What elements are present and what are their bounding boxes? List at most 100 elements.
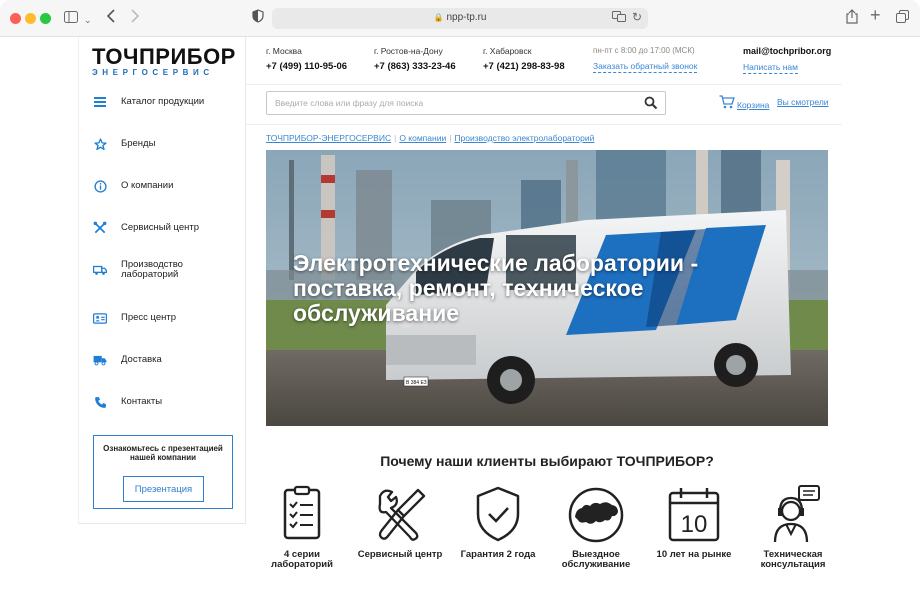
back-button[interactable]	[106, 9, 116, 27]
presentation-button[interactable]: Презентация	[123, 476, 204, 502]
callback-link[interactable]: Заказать обратный звонок	[593, 61, 698, 73]
sidebar-item-label: Контакты	[121, 396, 163, 407]
tabs-overview-icon[interactable]	[896, 9, 909, 27]
site-logo[interactable]: ТОЧПРИБОР ЭНЕРГОСЕРВИС	[92, 44, 237, 78]
promo-text: Ознакомьтесь с презентацией нашей компан…	[103, 444, 223, 462]
logo-title: ТОЧПРИБОР	[92, 44, 236, 69]
feature-label: Сервисный центр	[357, 549, 443, 560]
russia-map-icon	[566, 484, 626, 544]
info-icon	[93, 179, 107, 193]
search-placeholder: Введите слова или фразу для поиска	[275, 98, 424, 108]
support-agent-icon	[763, 484, 823, 544]
delivery-icon	[93, 353, 107, 367]
truck-icon	[93, 263, 107, 277]
breadcrumb-current[interactable]: Производство электролабораторий	[454, 133, 594, 143]
sidebar-item-service[interactable]: Сервисный центр	[79, 207, 246, 249]
hours-text: пн-пт с 8:00 до 17:00 (МСК)	[593, 46, 695, 55]
search-input[interactable]: Введите слова или фразу для поиска	[266, 91, 666, 115]
feature-warranty: Гарантия 2 года	[455, 484, 541, 560]
tools-icon	[93, 221, 107, 235]
working-hours: пн-пт с 8:00 до 17:00 (МСК) Заказать обр…	[593, 46, 698, 74]
breadcrumb: ТОЧПРИБОР-ЭНЕРГОСЕРВИС | О компании | Произв…	[266, 133, 595, 143]
hero-title: Электротехнические лаборатории - поставк…	[293, 250, 699, 326]
sidebar-item-label: Доставка	[121, 354, 162, 365]
checklist-icon	[272, 484, 332, 544]
feature-onsite-service: Выездное обслуживание	[553, 484, 639, 570]
search-row: Введите слова или фразу для поиска Корзи…	[246, 85, 842, 125]
phone-icon	[93, 395, 107, 409]
share-icon[interactable]	[846, 9, 858, 28]
sidebar-item-label: Производство лабораторий	[121, 259, 183, 280]
calendar-number: 10	[681, 511, 708, 538]
cart-label: Корзина	[737, 99, 770, 110]
sidebar-item-press[interactable]: Пресс центр	[79, 297, 246, 339]
feature-label: 10 лет на рынке	[656, 549, 732, 560]
sidebar-item-production[interactable]: Производство лабораторий	[79, 249, 246, 291]
presentation-promo: Ознакомьтесь с презентацией нашей компан…	[93, 435, 233, 509]
sidebar-item-label: Сервисный центр	[121, 222, 200, 233]
menu-icon	[93, 95, 107, 109]
sidebar-item-contacts[interactable]: Контакты	[79, 381, 246, 423]
office-rostov: г. Ростов-на-Дону +7 (863) 333-23-46	[374, 46, 456, 72]
logo-subtitle: ЭНЕРГОСЕРВИС	[92, 68, 214, 77]
office-city: г. Хабаровск	[483, 46, 532, 56]
cart-link[interactable]: Корзина	[719, 95, 769, 114]
sidebar-item-label: Бренды	[121, 138, 156, 149]
translate-icon[interactable]	[612, 11, 626, 25]
feature-years-on-market: 10 10 лет на рынке	[651, 484, 737, 560]
address-bar[interactable]: 🔒 npp-tp.ru ↻	[272, 8, 648, 29]
office-city: г. Ростов-на-Дону	[374, 46, 443, 56]
reload-icon[interactable]: ↻	[632, 10, 642, 24]
office-moscow: г. Москва +7 (499) 110-95-06	[266, 46, 347, 72]
office-phone[interactable]: +7 (863) 333-23-46	[374, 61, 456, 72]
feature-lab-series: 4 серии лабораторий	[259, 484, 345, 570]
wrench-screwdriver-icon	[370, 484, 430, 544]
sidebar-item-brands[interactable]: Бренды	[79, 123, 246, 165]
url-text: npp-tp.ru	[446, 12, 487, 23]
sidebar-item-about[interactable]: О компании	[79, 165, 246, 207]
star-icon	[93, 137, 107, 151]
feature-label: Выездное обслуживание	[561, 549, 631, 570]
sidebar-item-catalog[interactable]: Каталог продукции	[79, 81, 246, 123]
sidebar-item-label: О компании	[121, 180, 174, 191]
why-us-heading: Почему наши клиенты выбирают ТОЧПРИБОР?	[380, 453, 714, 469]
forward-button[interactable]	[130, 9, 140, 27]
lock-icon: 🔒	[433, 13, 444, 22]
search-icon[interactable]	[644, 96, 658, 110]
chevron-down-icon[interactable]: ⌄	[84, 11, 92, 29]
feature-label: Техническая консультация	[760, 549, 826, 570]
new-tab-icon[interactable]: +	[870, 6, 881, 24]
sidebar-toggle-icon[interactable]	[64, 9, 78, 27]
close-window-button[interactable]	[10, 13, 21, 24]
calendar-icon: 10	[664, 484, 724, 544]
contacts-header: г. Москва +7 (499) 110-95-06 г. Ростов-н…	[246, 37, 842, 85]
sidebar-item-label: Каталог продукции	[121, 96, 205, 107]
zoom-window-button[interactable]	[40, 13, 51, 24]
feature-tech-consulting: Техническая консультация	[750, 484, 836, 570]
email-block: mail@tochpribor.org Написать нам	[743, 46, 831, 75]
office-khabarovsk: г. Хабаровск +7 (421) 298-83-98	[483, 46, 565, 72]
shield-check-icon	[468, 484, 528, 544]
write-us-link[interactable]: Написать нам	[743, 62, 798, 74]
breadcrumb-about[interactable]: О компании	[399, 133, 446, 143]
feature-label: Гарантия 2 года	[460, 549, 536, 560]
feature-label: 4 серии лабораторий	[271, 549, 333, 570]
left-sidebar: ТОЧПРИБОР ЭНЕРГОСЕРВИС Каталог продукции…	[78, 37, 246, 524]
privacy-shield-icon[interactable]	[252, 9, 264, 27]
id-card-icon	[93, 311, 107, 325]
office-phone[interactable]: +7 (499) 110-95-06	[266, 61, 347, 72]
sidebar-item-label: Пресс центр	[121, 312, 177, 323]
email-link[interactable]: mail@tochpribor.org	[743, 46, 831, 57]
hero-banner: В 384 ЕЗ Электротехнические лаборатории …	[266, 150, 828, 426]
browser-toolbar: ⌄ 🔒 npp-tp.ru ↻ +	[0, 0, 920, 37]
sidebar-item-delivery[interactable]: Доставка	[79, 339, 246, 381]
breadcrumb-home[interactable]: ТОЧПРИБОР-ЭНЕРГОСЕРВИС	[266, 133, 391, 143]
viewed-link[interactable]: Вы смотрели	[777, 97, 829, 107]
office-phone[interactable]: +7 (421) 298-83-98	[483, 61, 565, 72]
license-plate: В 384 ЕЗ	[406, 380, 427, 386]
minimize-window-button[interactable]	[25, 13, 36, 24]
feature-service-center: Сервисный центр	[357, 484, 443, 560]
office-city: г. Москва	[266, 46, 302, 56]
cart-icon	[719, 95, 735, 114]
browser-window: ⌄ 🔒 npp-tp.ru ↻ + ТОЧПРИБОР ЭНЕРГОСЕРВИС…	[0, 0, 920, 591]
